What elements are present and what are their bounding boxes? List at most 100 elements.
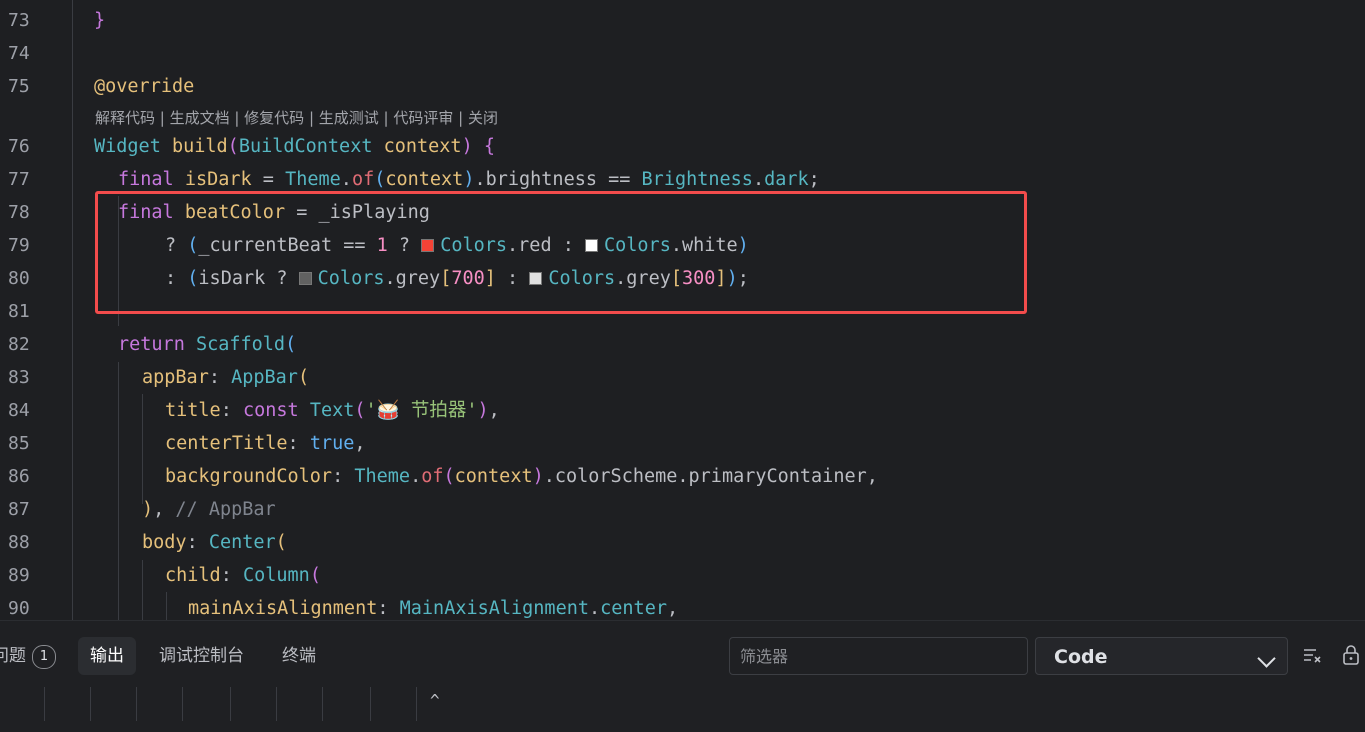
line-number: 81 <box>8 301 30 322</box>
token: backgroundColor <box>165 466 333 487</box>
code-text: ), // AppBar <box>142 493 276 526</box>
code-text: } <box>94 4 105 37</box>
token: '🥁 节拍器' <box>365 400 478 421</box>
line-number: 74 <box>8 43 30 64</box>
code-text: @override <box>94 70 194 103</box>
token: , <box>354 433 366 454</box>
token: : <box>220 400 243 421</box>
clear-output-icon[interactable] <box>1302 645 1322 671</box>
code-line-89[interactable]: 89 child: Column( <box>0 559 1365 592</box>
code-line-87[interactable]: 87 ), // AppBar <box>0 493 1365 526</box>
code-line-85[interactable]: 85 centerTitle: true, <box>0 427 1365 460</box>
brace: } <box>94 10 106 31</box>
token: Text <box>309 400 355 421</box>
indent-guide <box>322 687 323 721</box>
token: child <box>165 565 221 586</box>
code-line-84[interactable]: 84 title: const Text('🥁 节拍器'), <box>0 394 1365 427</box>
token: Center <box>208 532 276 553</box>
code-line-90[interactable]: 90 mainAxisAlignment: MainAxisAlignment.… <box>0 592 1365 620</box>
problems-count-badge: 1 <box>32 645 56 669</box>
line-number: 73 <box>8 10 30 31</box>
token: Theme <box>285 169 341 190</box>
token: Scaffold <box>195 334 286 355</box>
lock-icon[interactable] <box>1342 645 1360 671</box>
token: , <box>153 499 176 520</box>
indent-guide <box>90 687 91 721</box>
token: : <box>332 466 355 487</box>
code-text: body: Center( <box>142 526 287 559</box>
chevron-down-icon <box>1257 649 1276 668</box>
code-text: centerTitle: true, <box>165 427 366 460</box>
line-number: 89 <box>8 565 30 586</box>
code-line-74[interactable]: 74 <box>0 37 1365 70</box>
token: ) <box>142 499 154 520</box>
token: ( <box>309 565 321 586</box>
token: appBar <box>142 367 209 388</box>
code-line-76[interactable]: 76 Widget build(BuildContext context) { <box>0 130 1365 163</box>
tab-problems-label: 问题 <box>0 646 26 666</box>
line-number: 79 <box>8 235 30 256</box>
line-number: 88 <box>8 532 30 553</box>
output-channel-select[interactable]: Code <box>1035 637 1288 675</box>
line-number: 83 <box>8 367 30 388</box>
token: : <box>220 565 243 586</box>
token: : <box>287 433 310 454</box>
code-text: appBar: AppBar( <box>142 361 309 394</box>
line-number: 87 <box>8 499 30 520</box>
token: .colorScheme.primaryContainer, <box>543 466 878 487</box>
tab-terminal[interactable]: 终端 <box>282 637 316 675</box>
token: of <box>421 466 444 487</box>
token: Theme <box>354 466 411 487</box>
token: ( <box>285 334 297 355</box>
token: body <box>142 532 187 553</box>
token: . <box>340 169 352 190</box>
token: of <box>351 169 375 190</box>
line-number: 82 <box>8 334 30 355</box>
line-number: 78 <box>8 202 30 223</box>
code-line-73[interactable]: 73 } <box>0 4 1365 37</box>
token: . <box>589 598 601 619</box>
bottom-panel: 问题 1 输出 调试控制台 终端 Code ^ <box>0 620 1365 732</box>
line-number: 90 <box>8 598 30 619</box>
line-number: 84 <box>8 400 30 421</box>
code-line-83[interactable]: 83 appBar: AppBar( <box>0 361 1365 394</box>
indent-guide <box>44 687 45 721</box>
code-line-86[interactable]: 86 backgroundColor: Theme.of(context).co… <box>0 460 1365 493</box>
filter-input[interactable] <box>729 637 1028 675</box>
highlight-box <box>95 191 1027 314</box>
token: ( <box>374 169 386 190</box>
token: mainAxisAlignment <box>188 598 378 619</box>
token: ) <box>532 466 544 487</box>
codelens-actions[interactable]: 解释代码 | 生成文档 | 修复代码 | 生成测试 | 代码评审 | 关闭 <box>95 104 498 132</box>
token: const <box>242 400 299 421</box>
token: ( <box>443 466 455 487</box>
token: ( <box>275 532 287 553</box>
token: , <box>488 400 500 421</box>
token: ) <box>463 169 475 190</box>
output-channel-value: Code <box>1054 646 1108 668</box>
token: BuildContext <box>238 136 373 157</box>
token: context <box>454 466 533 487</box>
code-text: mainAxisAlignment: MainAxisAlignment.cen… <box>188 592 678 620</box>
token: ( <box>297 367 310 388</box>
token: ) <box>477 400 489 421</box>
token: { <box>472 136 495 157</box>
code-text: return Scaffold( <box>118 328 296 361</box>
token: = <box>251 169 286 190</box>
code-line-75[interactable]: 75 @override <box>0 70 1365 103</box>
token: ; <box>808 169 820 190</box>
tab-output[interactable]: 输出 <box>78 637 136 675</box>
line-number: 80 <box>8 268 30 289</box>
code-editor[interactable]: 73 } 74 75 @override 解释代码 | 生成文档 | 修复代码 … <box>0 0 1365 620</box>
token: : <box>208 367 232 388</box>
tab-debug-console[interactable]: 调试控制台 <box>159 637 244 675</box>
token: : <box>186 532 209 553</box>
token: context <box>383 136 462 157</box>
token: final <box>118 169 174 190</box>
code-line-82[interactable]: 82 return Scaffold( <box>0 328 1365 361</box>
tab-problems[interactable]: 问题 1 <box>0 637 56 675</box>
code-line-88[interactable]: 88 body: Center( <box>0 526 1365 559</box>
token: . <box>410 466 422 487</box>
token: centerTitle <box>165 433 288 454</box>
line-number: 86 <box>8 466 30 487</box>
